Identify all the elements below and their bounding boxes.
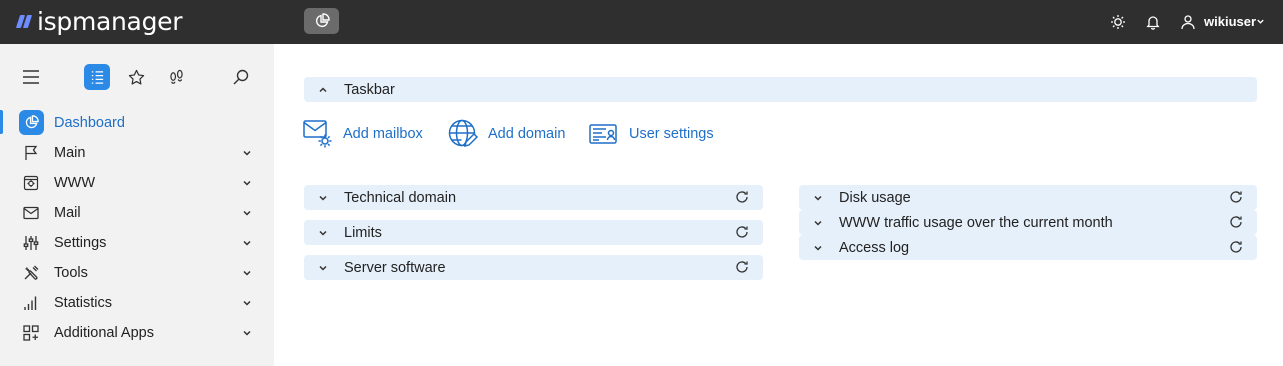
logo-mark-icon xyxy=(15,14,33,28)
task-label: Add domain xyxy=(488,126,566,142)
taskbar-header[interactable]: Taskbar xyxy=(304,77,1257,102)
sidebar-item-label: Dashboard xyxy=(54,115,125,131)
globe-edit-icon xyxy=(447,118,479,150)
sidebar-menu: Dashboard Main WWW Mail Settings Tools S… xyxy=(0,108,274,348)
chevron-down-icon[interactable] xyxy=(242,238,252,248)
star-icon xyxy=(128,69,144,85)
widget-limits[interactable]: Limits xyxy=(304,220,763,245)
sidebar: Dashboard Main WWW Mail Settings Tools S… xyxy=(0,44,274,366)
sidebar-item-label: WWW xyxy=(54,175,96,191)
www-gear-icon xyxy=(22,174,40,192)
recent-button[interactable] xyxy=(163,64,189,90)
refresh-icon[interactable] xyxy=(735,260,749,274)
task-add-mailbox[interactable]: Add mailbox xyxy=(302,117,423,151)
user-menu-button[interactable] xyxy=(1178,12,1198,32)
refresh-icon[interactable] xyxy=(735,190,749,204)
chevron-down-icon[interactable] xyxy=(242,178,252,188)
hamburger-button[interactable] xyxy=(18,64,44,90)
sidebar-item-mail[interactable]: Mail xyxy=(0,198,274,228)
user-settings-icon xyxy=(588,118,620,150)
sidebar-toolbar xyxy=(0,64,274,90)
sidebar-item-main[interactable]: Main xyxy=(0,138,274,168)
user-icon xyxy=(1181,15,1195,30)
notifications-button[interactable] xyxy=(1143,12,1163,32)
chevron-up-icon[interactable] xyxy=(318,85,328,95)
dashboard-pie-icon xyxy=(19,110,44,135)
envelope-icon xyxy=(22,204,40,222)
dashboard-tab-button[interactable] xyxy=(304,8,339,34)
chevron-down-icon[interactable] xyxy=(318,228,328,238)
panel-title: WWW traffic usage over the current month xyxy=(839,215,1113,231)
logo-text: ispmanager xyxy=(37,6,183,36)
chevron-down-icon[interactable] xyxy=(242,298,252,308)
sidebar-item-tools[interactable]: Tools xyxy=(0,258,274,288)
panel-title: Server software xyxy=(344,260,446,276)
menu-view-button[interactable] xyxy=(84,64,110,90)
widget-access-log[interactable]: Access log xyxy=(799,235,1257,260)
sidebar-item-label: Additional Apps xyxy=(54,325,154,341)
theme-toggle-button[interactable] xyxy=(1108,12,1128,32)
active-indicator xyxy=(0,110,3,134)
sun-icon xyxy=(1111,15,1125,29)
sidebar-item-label: Main xyxy=(54,145,86,161)
panel-title: Taskbar xyxy=(344,82,395,98)
sidebar-item-label: Statistics xyxy=(54,295,113,311)
panel-title: Limits xyxy=(344,225,382,241)
chevron-down-icon[interactable] xyxy=(813,243,823,253)
chevron-down-icon[interactable] xyxy=(242,268,252,278)
task-label: Add mailbox xyxy=(343,126,423,142)
flag-icon xyxy=(22,144,40,162)
tools-icon xyxy=(22,264,40,282)
list-icon xyxy=(91,70,103,84)
panel-title: Disk usage xyxy=(839,190,911,206)
top-bar: ispmanager wikiuser xyxy=(0,0,1283,44)
widget-server-software[interactable]: Server software xyxy=(304,255,763,280)
chevron-down-icon[interactable] xyxy=(318,263,328,273)
sliders-icon xyxy=(22,234,40,252)
search-icon xyxy=(233,69,249,85)
sidebar-item-statistics[interactable]: Statistics xyxy=(0,288,274,318)
search-button[interactable] xyxy=(228,64,254,90)
user-name[interactable]: wikiuser xyxy=(1204,14,1256,29)
chevron-down-icon[interactable] xyxy=(813,193,823,203)
hamburger-icon xyxy=(23,70,39,84)
panel-title: Technical domain xyxy=(344,190,457,206)
footprints-icon xyxy=(169,69,183,84)
sidebar-item-label: Settings xyxy=(54,235,107,251)
sidebar-item-label: Mail xyxy=(54,205,81,221)
chevron-down-icon[interactable] xyxy=(318,193,328,203)
sidebar-item-settings[interactable]: Settings xyxy=(0,228,274,258)
refresh-icon[interactable] xyxy=(735,225,749,239)
task-add-domain[interactable]: Add domain xyxy=(447,117,565,151)
refresh-icon[interactable] xyxy=(1229,215,1243,229)
chevron-down-icon[interactable] xyxy=(242,328,252,338)
chevron-down-icon[interactable] xyxy=(242,148,252,158)
task-label: User settings xyxy=(629,126,714,142)
bell-icon xyxy=(1146,16,1160,30)
chevron-down-icon[interactable] xyxy=(242,208,252,218)
panel-title: Access log xyxy=(839,240,910,256)
logo[interactable]: ispmanager xyxy=(15,6,183,36)
widget-www-traffic[interactable]: WWW traffic usage over the current month xyxy=(799,210,1257,235)
dashboard-pie-icon xyxy=(315,13,330,28)
sidebar-item-label: Tools xyxy=(54,265,88,281)
widget-disk-usage[interactable]: Disk usage xyxy=(799,185,1257,210)
refresh-icon[interactable] xyxy=(1229,190,1243,204)
bar-chart-icon xyxy=(22,294,40,312)
sidebar-item-additional-apps[interactable]: Additional Apps xyxy=(0,318,274,348)
sidebar-item-www[interactable]: WWW xyxy=(0,168,274,198)
chevron-down-icon[interactable] xyxy=(1256,17,1265,26)
favorites-button[interactable] xyxy=(123,64,149,90)
mail-settings-icon xyxy=(302,118,334,150)
refresh-icon[interactable] xyxy=(1229,240,1243,254)
widget-technical-domain[interactable]: Technical domain xyxy=(304,185,763,210)
apps-grid-icon xyxy=(22,324,40,342)
task-user-settings[interactable]: User settings xyxy=(588,117,714,151)
sidebar-item-dashboard[interactable]: Dashboard xyxy=(0,108,274,138)
chevron-down-icon[interactable] xyxy=(813,218,823,228)
